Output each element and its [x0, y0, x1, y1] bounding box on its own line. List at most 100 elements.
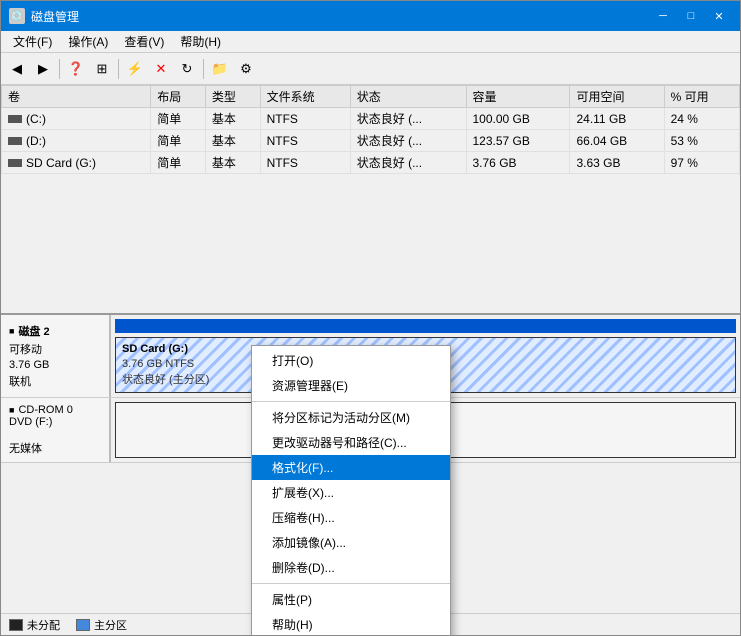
legend-color-primary — [76, 619, 90, 631]
menu-help[interactable]: 帮助(H) — [172, 31, 229, 52]
partition-header-bar — [115, 319, 736, 333]
table-row[interactable]: (C:) 简单 基本 NTFS 状态良好 (... 100.00 GB 24.1… — [2, 108, 740, 130]
cdrom-media-0: 无媒体 — [9, 440, 101, 456]
menu-file[interactable]: 文件(F) — [5, 31, 60, 52]
cell-avail: 66.04 GB — [570, 130, 664, 152]
main-window: 💿 磁盘管理 ─ □ ✕ 文件(F) 操作(A) 查看(V) 帮助(H) ◀ ▶… — [0, 0, 741, 636]
cell-cap: 3.76 GB — [466, 152, 570, 174]
maximize-button[interactable]: □ — [678, 6, 704, 26]
title-bar: 💿 磁盘管理 ─ □ ✕ — [1, 1, 740, 31]
legend-primary: 主分区 — [76, 617, 127, 633]
partition-size-g: 3.76 GB NTFS — [122, 357, 194, 372]
menu-view[interactable]: 查看(V) — [116, 31, 172, 52]
col-layout: 布局 — [151, 86, 206, 108]
ctx-sep-1 — [252, 401, 450, 402]
upper-area: 卷 布局 类型 文件系统 状态 容量 可用空间 % 可用 (C:) 简单 基 — [1, 85, 740, 315]
window-title: 磁盘管理 — [31, 8, 79, 25]
delete-button[interactable]: ✕ — [149, 57, 173, 81]
context-menu: 打开(O) 资源管理器(E) 将分区标记为活动分区(M) 更改驱动器号和路径(C… — [251, 345, 451, 635]
col-type: 类型 — [205, 86, 260, 108]
disk-num-2: 磁盘 2 — [18, 323, 49, 339]
col-avail: 可用空间 — [570, 86, 664, 108]
col-fs: 文件系统 — [260, 86, 350, 108]
cell-cap: 100.00 GB — [466, 108, 570, 130]
forward-button[interactable]: ▶ — [31, 57, 55, 81]
title-bar-left: 💿 磁盘管理 — [9, 8, 79, 25]
cell-vol: SD Card (G:) — [2, 152, 151, 174]
toolbar: ◀ ▶ ❓ ⊞ ⚡ ✕ ↻ 📁 ⚙ — [1, 53, 740, 85]
ctx-delete[interactable]: 删除卷(D)... — [252, 555, 450, 580]
title-controls: ─ □ ✕ — [650, 6, 732, 26]
col-status: 状态 — [350, 86, 466, 108]
help-toolbar-button[interactable]: ❓ — [64, 57, 88, 81]
ctx-extend[interactable]: 扩展卷(X)... — [252, 480, 450, 505]
close-button[interactable]: ✕ — [706, 6, 732, 26]
cell-vol: (C:) — [2, 108, 151, 130]
cell-type: 基本 — [205, 130, 260, 152]
main-content: 卷 布局 类型 文件系统 状态 容量 可用空间 % 可用 (C:) 简单 基 — [1, 85, 740, 635]
cell-fs: NTFS — [260, 108, 350, 130]
table-scroll[interactable]: 卷 布局 类型 文件系统 状态 容量 可用空间 % 可用 (C:) 简单 基 — [1, 85, 740, 313]
ctx-change-letter[interactable]: 更改驱动器号和路径(C)... — [252, 430, 450, 455]
table-row[interactable]: SD Card (G:) 简单 基本 NTFS 状态良好 (... 3.76 G… — [2, 152, 740, 174]
cell-type: 基本 — [205, 152, 260, 174]
folder-button[interactable]: 📁 — [208, 57, 232, 81]
disk-status-2: 联机 — [9, 373, 101, 389]
cell-layout: 简单 — [151, 130, 206, 152]
menu-action[interactable]: 操作(A) — [60, 31, 116, 52]
toolbar-sep-3 — [203, 59, 204, 79]
menu-bar: 文件(F) 操作(A) 查看(V) 帮助(H) — [1, 31, 740, 53]
disk-label-2: ■ 磁盘 2 可移动 3.76 GB 联机 — [1, 315, 111, 397]
col-cap: 容量 — [466, 86, 570, 108]
ctx-explorer[interactable]: 资源管理器(E) — [252, 373, 450, 398]
cell-pct: 53 % — [664, 130, 739, 152]
cdrom-num-0: CD-ROM 0 — [18, 404, 72, 416]
ctx-properties[interactable]: 属性(P) — [252, 587, 450, 612]
app-icon: 💿 — [9, 8, 25, 24]
cell-fs: NTFS — [260, 130, 350, 152]
legend-label-primary: 主分区 — [94, 617, 127, 633]
disk-type-2: 可移动 — [9, 341, 101, 357]
col-pct: % 可用 — [664, 86, 739, 108]
wizard-button[interactable]: ⚡ — [123, 57, 147, 81]
partition-status-g: 状态良好 (主分区) — [122, 373, 209, 388]
lower-container: ■ 磁盘 2 可移动 3.76 GB 联机 SD Card (G:) — [1, 315, 740, 635]
ctx-add-mirror[interactable]: 添加镜像(A)... — [252, 530, 450, 555]
refresh-button[interactable]: ↻ — [175, 57, 199, 81]
partition-name-g: SD Card (G:) — [122, 342, 188, 357]
cell-layout: 简单 — [151, 152, 206, 174]
legend-color-unallocated — [9, 619, 23, 631]
cdrom-drive-0: DVD (F:) — [9, 416, 101, 428]
cell-pct: 97 % — [664, 152, 739, 174]
properties-toolbar-button[interactable]: ⊞ — [90, 57, 114, 81]
ctx-mark-active[interactable]: 将分区标记为活动分区(M) — [252, 405, 450, 430]
cell-vol: (D:) — [2, 130, 151, 152]
back-button[interactable]: ◀ — [5, 57, 29, 81]
toolbar-sep-2 — [118, 59, 119, 79]
disk-size-2: 3.76 GB — [9, 359, 101, 371]
settings-button[interactable]: ⚙ — [234, 57, 258, 81]
cell-fs: NTFS — [260, 152, 350, 174]
col-vol: 卷 — [2, 86, 151, 108]
ctx-shrink[interactable]: 压缩卷(H)... — [252, 505, 450, 530]
table-row[interactable]: (D:) 简单 基本 NTFS 状态良好 (... 123.57 GB 66.0… — [2, 130, 740, 152]
ctx-open[interactable]: 打开(O) — [252, 348, 450, 373]
cell-status: 状态良好 (... — [350, 108, 466, 130]
ctx-format[interactable]: 格式化(F)... — [252, 455, 450, 480]
disk-table: 卷 布局 类型 文件系统 状态 容量 可用空间 % 可用 (C:) 简单 基 — [1, 85, 740, 174]
cell-cap: 123.57 GB — [466, 130, 570, 152]
legend-label-unallocated: 未分配 — [27, 617, 60, 633]
cell-status: 状态良好 (... — [350, 152, 466, 174]
cell-status: 状态良好 (... — [350, 130, 466, 152]
cell-avail: 24.11 GB — [570, 108, 664, 130]
cdrom-label-0: ■ CD-ROM 0 DVD (F:) 无媒体 — [1, 398, 111, 462]
cell-type: 基本 — [205, 108, 260, 130]
minimize-button[interactable]: ─ — [650, 6, 676, 26]
toolbar-sep-1 — [59, 59, 60, 79]
cell-layout: 简单 — [151, 108, 206, 130]
ctx-help[interactable]: 帮助(H) — [252, 612, 450, 635]
cell-pct: 24 % — [664, 108, 739, 130]
ctx-sep-2 — [252, 583, 450, 584]
legend-unallocated: 未分配 — [9, 617, 60, 633]
cell-avail: 3.63 GB — [570, 152, 664, 174]
